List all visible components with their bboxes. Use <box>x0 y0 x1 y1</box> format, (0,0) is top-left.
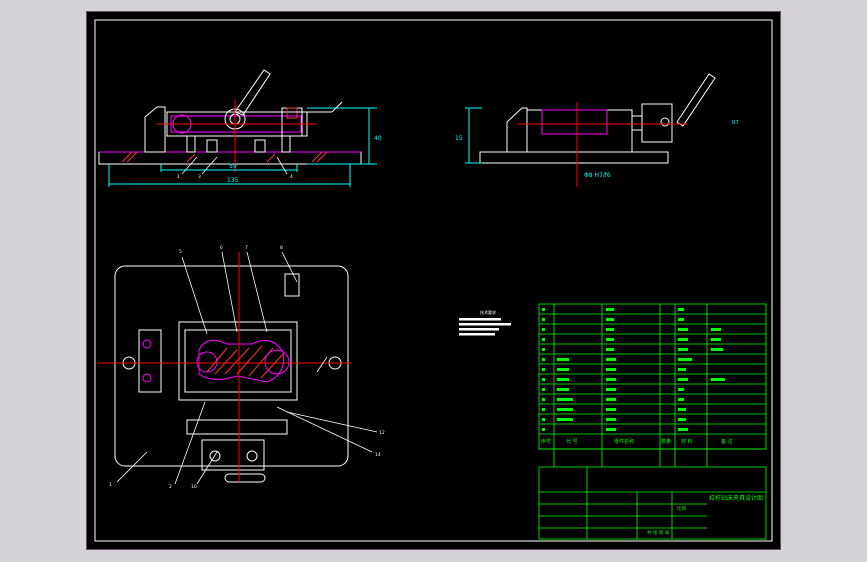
header-qty: 数量 <box>661 438 671 445</box>
top-left-boss <box>196 351 218 373</box>
top-left-clamp <box>138 329 162 393</box>
front-handle <box>234 69 271 116</box>
front-pin-right <box>281 135 291 153</box>
top-handle <box>224 473 266 483</box>
top-frame-inner <box>184 329 292 393</box>
front-leader-2 <box>331 101 343 113</box>
drawing-title: 杠杆钻床夹具设计图 <box>709 494 763 502</box>
front-pin-mid2 <box>254 139 266 153</box>
tech-notes-block: 技术要求 <box>459 309 511 336</box>
header-code: 代 号 <box>566 438 578 445</box>
top-left-screw <box>142 339 152 349</box>
parts-list-header: 序号 代 号 零件名称 数量 材 料 备 注 <box>541 438 733 445</box>
balloon-1b: 1 <box>177 174 180 180</box>
balloon-14: 14 <box>375 452 381 458</box>
balloon-leaders <box>116 156 378 485</box>
top-right-boss <box>264 349 290 375</box>
dim-front-inner: 59 <box>229 163 237 170</box>
parts-list-table <box>538 303 767 540</box>
dim-side-fit: Φ8 H7/f6 <box>584 172 611 179</box>
sheet-count: 共 张 第 张 <box>647 529 670 536</box>
side-workpiece <box>541 109 608 135</box>
front-left-support <box>144 106 166 153</box>
header-name: 零件名称 <box>614 438 634 445</box>
balloon-2: 2 <box>169 484 172 490</box>
balloon-5: 5 <box>179 249 182 255</box>
top-screw-bolt-2 <box>246 450 258 462</box>
top-front-clamp <box>186 419 288 435</box>
parts-list-entries <box>542 308 725 431</box>
dim-front-height: 40 <box>374 135 382 142</box>
side-handle <box>676 73 716 127</box>
balloon-1: 1 <box>109 482 112 488</box>
balloon-10: 10 <box>191 484 197 490</box>
side-clamp-head <box>641 103 673 143</box>
header-material: 材 料 <box>681 438 693 445</box>
assembly-drawing: 59 135 40 15 Φ8 H7/f6 R7 5 6 7 8 1 2 10 … <box>94 19 773 542</box>
dim-side-right: R7 <box>732 120 739 126</box>
side-dimension-lines <box>465 107 482 164</box>
balloon-8: 8 <box>280 245 283 251</box>
cad-drawing-sheet: 59 135 40 15 Φ8 H7/f6 R7 5 6 7 8 1 2 10 … <box>86 11 781 550</box>
top-drill-bushing <box>284 273 300 297</box>
dim-side-height: 15 <box>455 135 463 142</box>
balloon-4: 4 <box>290 174 293 180</box>
balloon-6: 6 <box>220 245 223 251</box>
side-left-support <box>506 107 528 153</box>
dim-front-outer: 135 <box>227 177 239 184</box>
front-dimension-lines <box>108 107 377 187</box>
tech-notes-lines <box>459 318 511 336</box>
top-left-screw-2 <box>142 373 152 383</box>
side-view: 15 Φ8 H7/f6 R7 <box>455 73 739 187</box>
balloon-12: 12 <box>379 430 385 436</box>
front-view: 59 135 40 <box>98 69 382 187</box>
front-hatch <box>121 151 328 163</box>
side-base-plate <box>479 151 669 164</box>
side-screw-block <box>631 115 643 131</box>
side-clamp-bolt <box>660 117 670 127</box>
balloon-3: 3 <box>198 174 201 180</box>
header-remark: 备 注 <box>721 438 733 445</box>
top-base-plate <box>114 265 349 467</box>
scale-label: 比例 <box>677 505 686 512</box>
side-body <box>526 109 633 153</box>
header-seq: 序号 <box>541 438 551 445</box>
top-workpiece <box>198 339 285 383</box>
balloon-7: 7 <box>245 245 248 251</box>
front-pin-mid <box>206 139 218 153</box>
top-screw-bolt <box>209 450 221 462</box>
front-pin-left <box>186 135 196 153</box>
tech-notes-title: 技术要求 <box>480 309 496 315</box>
top-view <box>97 252 352 483</box>
balloon-numbers: 5 6 7 8 1 2 10 12 14 1 3 4 <box>109 174 385 490</box>
drawing-border <box>94 19 773 542</box>
